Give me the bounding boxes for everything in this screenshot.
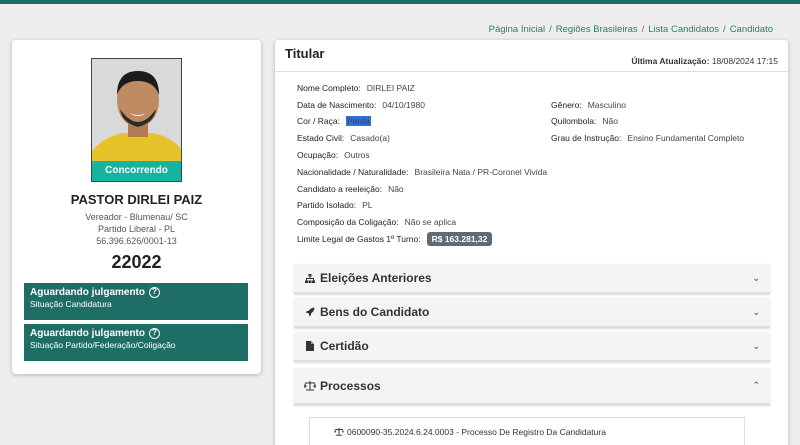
field-nome-completo: Nome Completo: DIRLEI PAIZ — [297, 83, 415, 93]
field-label: Cor / Raça: — [297, 116, 340, 126]
field-partido-isolado: Partido Isolado: PL — [297, 200, 372, 210]
field-genero: Gênero: Masculino — [551, 100, 626, 110]
field-value: Masculino — [587, 100, 626, 110]
field-value: Não — [388, 184, 404, 194]
status-box-candidacy: Aguardando julgamento? Situação Candidat… — [24, 283, 248, 320]
breadcrumb-home[interactable]: Página Inicial — [489, 24, 546, 35]
breadcrumb-candidate-list[interactable]: Lista Candidatos — [648, 24, 719, 35]
field-value: Brasileira Nata / PR-Coronel Vivida — [414, 167, 548, 177]
field-value: Ensino Fundamental Completo — [627, 133, 745, 143]
status-box-party: Aguardando julgamento? Situação Partido/… — [24, 324, 248, 361]
file-icon — [304, 341, 316, 351]
candidate-party: Partido Liberal - PL — [97, 224, 176, 234]
field-reeleicao: Candidato a reeleição: Não — [297, 184, 404, 194]
field-value: Casado(a) — [350, 133, 390, 143]
field-label: Composição da Coligação: — [297, 217, 399, 227]
chevron-down-icon[interactable]: ⌄ — [752, 341, 760, 352]
accordion-certidao[interactable]: Certidão ⌄ — [294, 332, 770, 362]
accordion-bens-candidato[interactable]: Bens do Candidato ⌄ — [294, 298, 770, 328]
rocket-icon — [304, 307, 316, 317]
field-composicao: Composição da Coligação: Não se aplica — [297, 217, 456, 227]
field-value: Parda — [346, 116, 371, 126]
breadcrumb-separator: / — [723, 24, 726, 35]
field-label: Estado Civil: — [297, 133, 345, 143]
chevron-up-icon[interactable]: ⌃ — [752, 380, 760, 391]
field-quilombola: Quilombola: Não — [551, 116, 618, 126]
last-update-value: 18/08/2024 17:15 — [711, 56, 778, 66]
field-label: Limite Legal de Gastos 1º Turno: — [297, 234, 421, 244]
breadcrumb-current: Candidato — [729, 24, 773, 35]
field-value: Outros — [344, 150, 370, 160]
chevron-down-icon[interactable]: ⌄ — [752, 273, 760, 284]
field-label: Ocupação: — [297, 150, 339, 160]
top-bar — [0, 0, 800, 4]
last-update-label: Última Atualização: — [631, 56, 710, 66]
candidate-cnpj: 56.396.626/0001-13 — [96, 236, 177, 246]
status-title: Aguardando julgamento — [30, 287, 145, 298]
candidate-photo: Concorrendo — [91, 58, 182, 182]
main-card: Titular Última Atualização: 18/08/2024 1… — [275, 40, 788, 445]
breadcrumb-separator: / — [549, 24, 552, 35]
field-value: PL — [362, 200, 373, 210]
field-value: Não — [602, 116, 618, 126]
process-row[interactable]: 0600090-35.2024.6.24.0003 - Processo De … — [309, 417, 745, 445]
field-value: Não se aplica — [404, 217, 457, 227]
field-nacionalidade: Nacionalidade / Naturalidade: Brasileira … — [297, 167, 547, 177]
status-subtitle: Situação Partido/Federação/Coligação — [30, 340, 176, 350]
chevron-down-icon[interactable]: ⌄ — [752, 307, 760, 318]
help-icon[interactable]: ? — [149, 328, 160, 339]
field-data-nascimento: Data de Nascimento: 04/10/1980 — [297, 100, 425, 110]
field-value: 04/10/1980 — [382, 100, 425, 110]
accordion-eleicoes-anteriores[interactable]: Eleições Anteriores ⌄ — [294, 264, 770, 294]
candidate-name: PASTOR DIRLEI PAIZ — [70, 192, 203, 207]
field-cor-raca: Cor / Raça: Parda — [297, 116, 371, 126]
balance-scale-icon — [304, 380, 316, 391]
field-value: DIRLEI PAIZ — [366, 83, 415, 93]
accordion-label: Bens do Candidato — [320, 305, 430, 319]
status-ribbon: Concorrendo — [92, 161, 181, 181]
candidate-number: 22022 — [111, 252, 162, 272]
field-label: Partido Isolado: — [297, 200, 357, 210]
field-label: Quilombola: — [551, 116, 597, 126]
breadcrumb-separator: / — [641, 24, 645, 35]
field-estado-civil: Estado Civil: Casado(a) — [297, 133, 390, 143]
field-grau-instrucao: Grau de Instrução: Ensino Fundamental Com… — [551, 133, 744, 143]
process-label: 0600090-35.2024.6.24.0003 - Processo De … — [347, 427, 606, 437]
field-label: Nacionalidade / Naturalidade: — [297, 167, 409, 177]
field-label: Gênero: — [551, 100, 582, 110]
accordion-processos[interactable]: Processos ⌃ — [294, 368, 770, 405]
sitemap-icon — [304, 273, 316, 283]
spending-limit-badge: R$ 163.281,32 — [426, 232, 493, 246]
field-label: Data de Nascimento: — [297, 100, 377, 110]
field-ocupacao: Ocupação: Outros — [297, 150, 370, 160]
field-label: Candidato a reeleição: — [297, 184, 383, 194]
section-title: Titular — [285, 46, 325, 61]
last-update: Última Atualização: 18/08/2024 17:15 — [631, 56, 778, 66]
balance-scale-icon — [334, 428, 344, 438]
status-title: Aguardando julgamento — [30, 328, 145, 339]
divider — [275, 71, 788, 72]
accordion-label: Certidão — [320, 339, 369, 353]
candidate-office-location: Vereador - Blumenau/ SC — [85, 212, 188, 222]
field-label: Grau de Instrução: — [551, 133, 622, 143]
field-limite-gastos: Limite Legal de Gastos 1º Turno: R$ 163.2… — [297, 232, 493, 246]
accordion-label: Processos — [320, 378, 381, 393]
accordion-label: Eleições Anteriores — [320, 271, 432, 285]
help-icon[interactable]: ? — [149, 287, 160, 298]
breadcrumb: Página Inicial / Regiões Brasileiras / Lista… — [489, 24, 773, 35]
status-subtitle: Situação Candidatura — [30, 299, 112, 309]
field-label: Nome Completo: — [297, 83, 361, 93]
breadcrumb-regions[interactable]: Regiões Brasileiras — [556, 24, 638, 35]
candidate-card: Concorrendo PASTOR DIRLEI PAIZ Vereador … — [12, 40, 261, 374]
